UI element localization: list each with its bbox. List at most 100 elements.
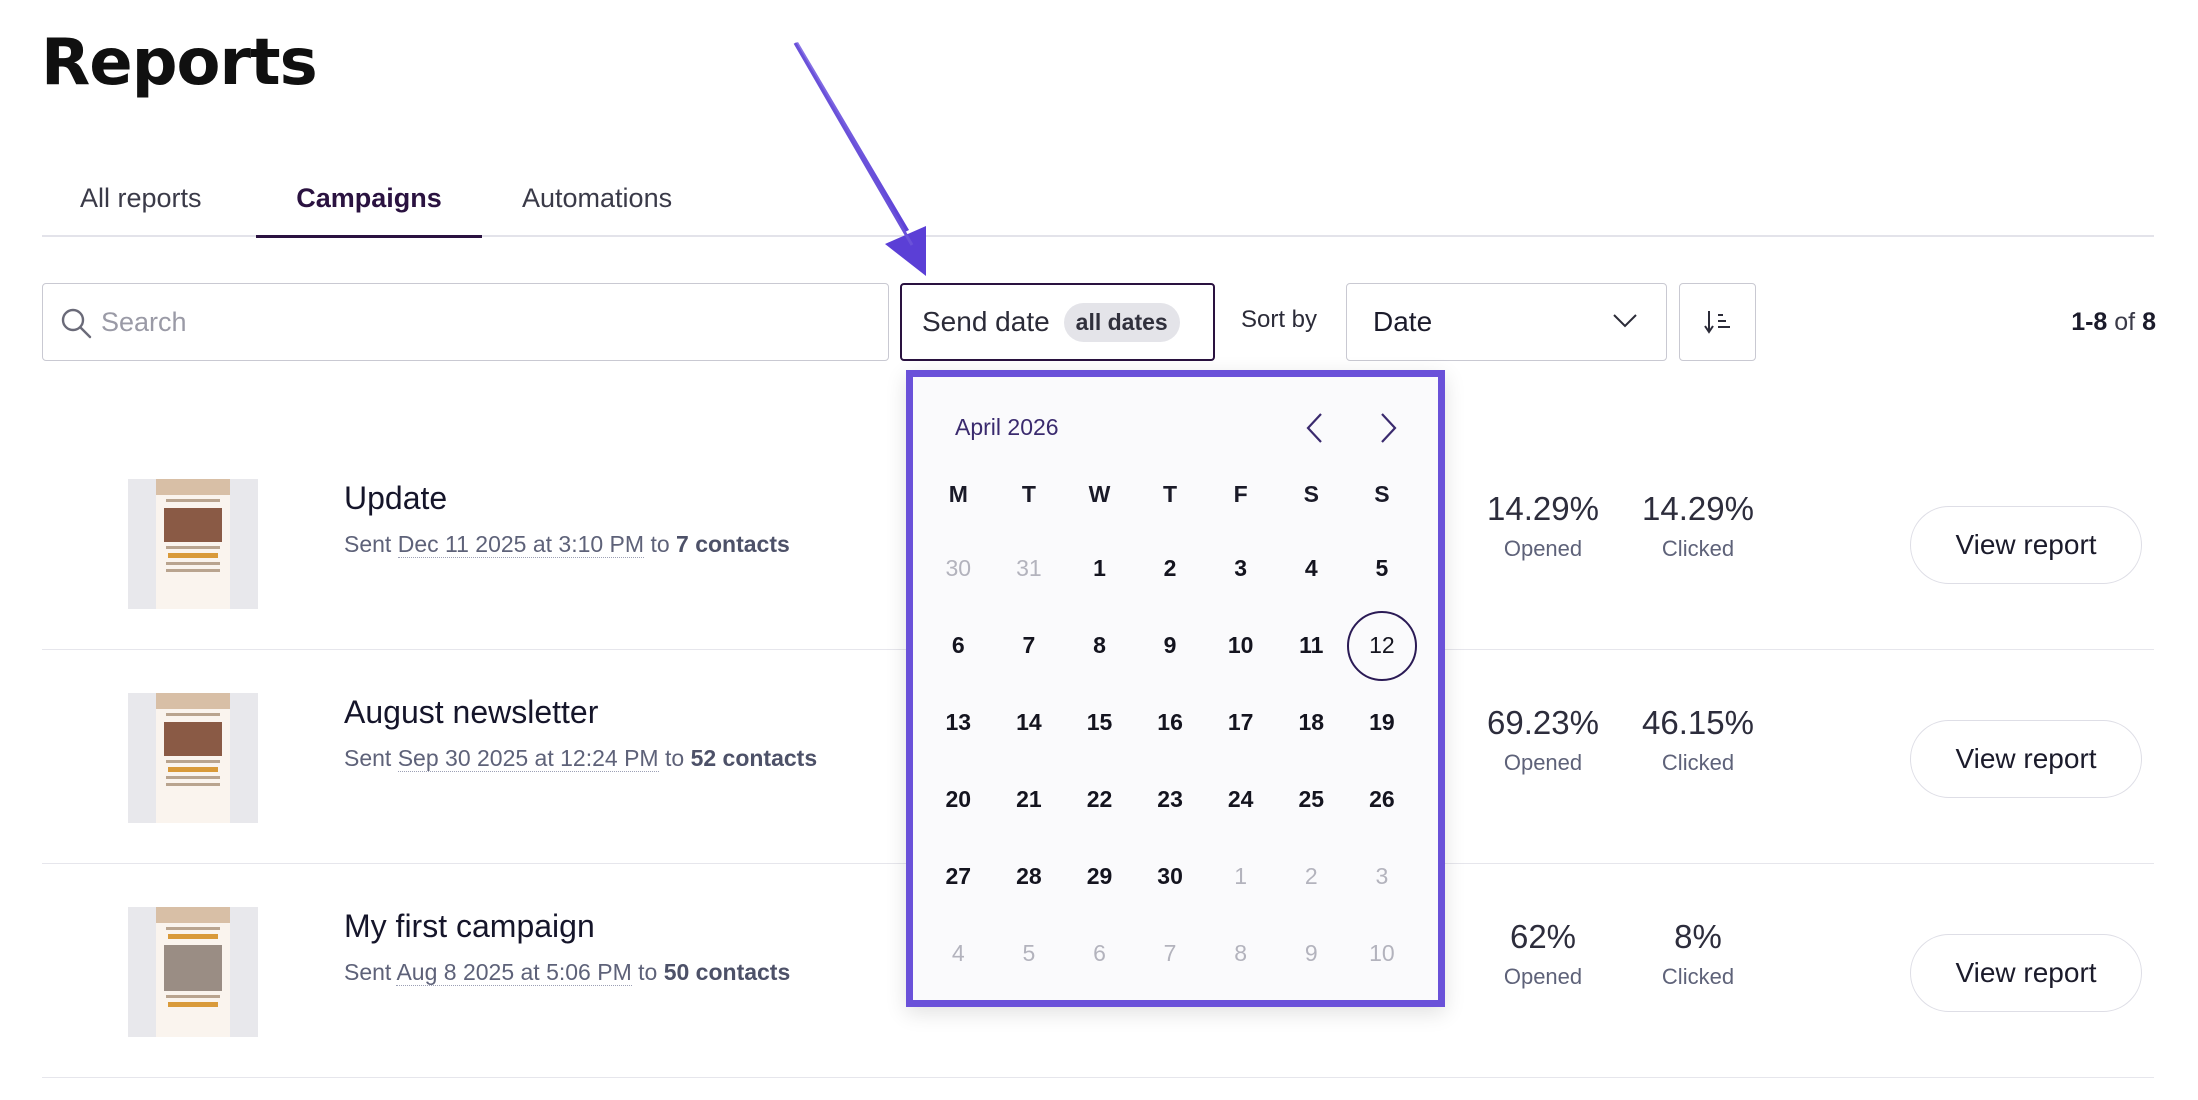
calendar-day[interactable]: 3: [1347, 842, 1418, 912]
calendar-day[interactable]: 6: [923, 611, 994, 681]
pagination-count: 1-8 of 8: [2071, 308, 2156, 337]
calendar-day[interactable]: 7: [994, 611, 1065, 681]
chevron-left-icon[interactable]: [1300, 411, 1330, 445]
opened-stat: 14.29% Opened: [1487, 490, 1599, 561]
calendar-day-number: 20: [945, 786, 972, 812]
opened-stat: 62% Opened: [1503, 918, 1583, 989]
tab-automations[interactable]: Automations: [522, 168, 672, 237]
calendar-day[interactable]: 3: [1205, 534, 1276, 604]
sort-by-label: Sort by: [1241, 306, 1318, 333]
calendar-day[interactable]: 5: [994, 919, 1065, 989]
campaign-name[interactable]: My first campaign: [344, 908, 595, 945]
sort-order-button[interactable]: [1679, 283, 1756, 361]
calendar-day[interactable]: 10: [1347, 919, 1418, 989]
send-date-label: Send date: [922, 306, 1050, 337]
calendar-day-number: 2: [1304, 863, 1318, 889]
tab-all-reports[interactable]: All reports: [80, 168, 202, 237]
send-date-filter-button[interactable]: Send date all dates: [900, 283, 1215, 361]
pagination-total: 8: [2142, 308, 2156, 336]
calendar-day-number: 30: [1157, 863, 1183, 889]
calendar-day-number: 12: [1346, 610, 1417, 681]
calendar-day-number: 21: [1016, 786, 1042, 812]
calendar-day[interactable]: 2: [1276, 842, 1347, 912]
calendar-day[interactable]: 26: [1347, 765, 1418, 835]
calendar-day[interactable]: 8: [1205, 919, 1276, 989]
chevron-down-icon: [1613, 314, 1637, 328]
calendar-day[interactable]: 1: [1064, 534, 1135, 604]
calendar-day-number: 7: [1163, 940, 1177, 966]
calendar-day[interactable]: 19: [1347, 688, 1418, 758]
calendar-day[interactable]: 8: [1064, 611, 1135, 681]
calendar-day-number: 26: [1369, 786, 1395, 812]
calendar-day-number: 3: [1375, 863, 1389, 889]
calendar-day-number: 9: [1163, 632, 1177, 658]
view-report-button[interactable]: View report: [1910, 506, 2142, 584]
calendar-day[interactable]: 28: [994, 842, 1065, 912]
campaign-thumbnail[interactable]: [128, 907, 258, 1037]
calendar-weekday: T: [1021, 481, 1036, 507]
calendar-day[interactable]: 6: [1064, 919, 1135, 989]
calendar-day[interactable]: 30: [1135, 842, 1206, 912]
calendar-day[interactable]: 9: [1276, 919, 1347, 989]
calendar-day[interactable]: 2: [1135, 534, 1206, 604]
calendar-day[interactable]: 1: [1205, 842, 1276, 912]
calendar-week-row: 4 5 6 7 8 9 10: [923, 915, 1433, 992]
view-report-button[interactable]: View report: [1910, 720, 2142, 798]
calendar-day[interactable]: 18: [1276, 688, 1347, 758]
tab-campaigns[interactable]: Campaigns: [256, 168, 482, 238]
clicked-stat: 46.15% Clicked: [1642, 704, 1754, 775]
calendar-weekdays: MTWTFSS: [923, 481, 1433, 511]
search-box: [42, 283, 889, 361]
campaign-thumbnail[interactable]: [128, 479, 258, 609]
calendar-day-number: 29: [1086, 863, 1113, 889]
calendar-week-row: 27 28 29 30 1 2 3: [923, 838, 1433, 915]
clicked-stat: 8% Clicked: [1661, 918, 1735, 989]
calendar-day[interactable]: 31: [994, 534, 1065, 604]
calendar-day[interactable]: 5: [1347, 534, 1418, 604]
calendar-day[interactable]: 21: [994, 765, 1065, 835]
calendar-day[interactable]: 27: [923, 842, 994, 912]
calendar-day-number: 7: [1022, 632, 1036, 658]
search-input[interactable]: [101, 284, 861, 360]
campaign-thumbnail[interactable]: [128, 693, 258, 823]
calendar-day[interactable]: 23: [1135, 765, 1206, 835]
calendar-month-label: April 2026: [955, 414, 1059, 440]
calendar-weekday: S: [1303, 481, 1319, 507]
calendar-day[interactable]: 17: [1205, 688, 1276, 758]
calendar-day[interactable]: 7: [1135, 919, 1206, 989]
calendar-day[interactable]: 10: [1205, 611, 1276, 681]
calendar-day-number: 4: [1304, 555, 1318, 581]
calendar-weekday: T: [1163, 481, 1178, 507]
calendar-day[interactable]: 11: [1276, 611, 1347, 681]
sort-by-select[interactable]: Date: [1346, 283, 1667, 361]
calendar-day[interactable]: 15: [1064, 688, 1135, 758]
chevron-right-icon[interactable]: [1373, 411, 1403, 445]
calendar-day-number: 30: [945, 555, 972, 581]
date-picker-popover: April 2026 MTWTFSS 30 31 1 2 3 4 5 6 7 8 9 10 11 12 13…: [906, 370, 1445, 1007]
calendar-day-number: 16: [1157, 709, 1183, 735]
send-date-value-chip: all dates: [1063, 302, 1180, 342]
calendar-day[interactable]: 4: [923, 919, 994, 989]
calendar-day[interactable]: 16: [1135, 688, 1206, 758]
calendar-day[interactable]: 20: [923, 765, 994, 835]
calendar-day-today[interactable]: 12: [1346, 610, 1418, 681]
calendar-day[interactable]: 22: [1064, 765, 1135, 835]
calendar-day-number: 8: [1234, 940, 1248, 966]
calendar-grid: MTWTFSS 30 31 1 2 3 4 5 6 7 8 9 10 11 12 13 14 15 16 17 18 1…: [923, 481, 1433, 992]
calendar-day[interactable]: 13: [923, 688, 994, 758]
campaign-name[interactable]: Update: [344, 480, 447, 517]
calendar-day[interactable]: 14: [994, 688, 1065, 758]
calendar-day[interactable]: 24: [1205, 765, 1276, 835]
calendar-day[interactable]: 25: [1276, 765, 1347, 835]
calendar-day[interactable]: 30: [923, 534, 994, 604]
pagination-range: 1-8: [2071, 308, 2108, 336]
calendar-day[interactable]: 9: [1135, 611, 1206, 681]
view-report-button[interactable]: View report: [1910, 934, 2142, 1012]
campaign-name[interactable]: August newsletter: [344, 694, 598, 731]
calendar-day-number: 10: [1369, 940, 1395, 966]
sort-by-value: Date: [1373, 306, 1433, 337]
calendar-day-number: 4: [951, 940, 965, 966]
calendar-day[interactable]: 29: [1064, 842, 1135, 912]
calendar-day[interactable]: 4: [1276, 534, 1347, 604]
calendar-weekday: S: [1374, 481, 1390, 507]
